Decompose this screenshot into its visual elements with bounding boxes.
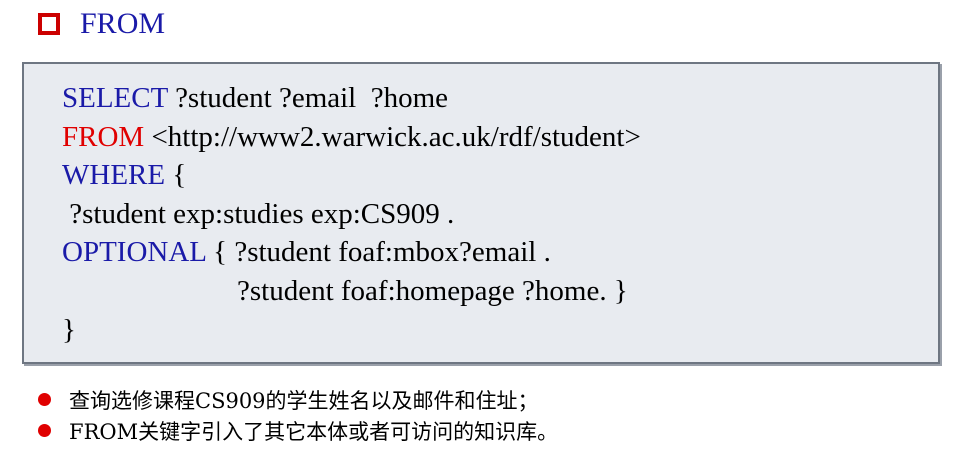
from-uri: <http://www2.warwick.ac.uk/rdf/student>: [144, 120, 641, 153]
keyword-select: SELECT: [62, 82, 168, 114]
red-dot-icon: [38, 424, 51, 437]
slide-heading: FROM: [38, 4, 165, 44]
list-item: FROM关键字引入了其它本体或者可访问的知识库。: [38, 415, 558, 446]
keyword-where: WHERE: [62, 159, 166, 192]
code-line-closing-brace: }: [62, 313, 76, 346]
code-line-select: SELECT ?student ?email ?home: [62, 79, 448, 118]
list-item: 查询选修课程CS909的学生姓名以及邮件和住址；: [38, 384, 558, 415]
keyword-from: FROM: [62, 120, 145, 153]
keyword-optional: OPTIONAL: [62, 236, 206, 269]
where-brace: {: [165, 159, 187, 192]
bullet-list: 查询选修课程CS909的学生姓名以及邮件和住址； FROM关键字引入了其它本体或…: [38, 384, 558, 446]
code-line-optional: OPTIONAL { ?student foaf:mbox?email .: [62, 233, 551, 272]
optional-mbox: { ?student foaf:mbox?email .: [205, 236, 551, 269]
select-variables: ?student ?email ?home: [167, 82, 449, 114]
red-dot-icon: [38, 393, 51, 406]
sparql-code-block: SELECT ?student ?email ?home FROM <http:…: [22, 62, 940, 364]
code-line-homepage: ?student foaf:homepage ?home. }: [237, 275, 628, 307]
code-line-triple: ?student exp:studies exp:CS909 .: [62, 197, 455, 230]
bullet-text: FROM关键字引入了其它本体或者可访问的知识库。: [69, 419, 559, 444]
code-line-from: FROM <http://www2.warwick.ac.uk/rdf/stud…: [62, 118, 641, 157]
bullet-text: 查询选修课程CS909的学生姓名以及邮件和住址；: [69, 388, 539, 413]
heading-title: FROM: [80, 7, 166, 40]
code-line-where: WHERE {: [62, 156, 186, 195]
square-bullet-icon: [38, 13, 60, 35]
